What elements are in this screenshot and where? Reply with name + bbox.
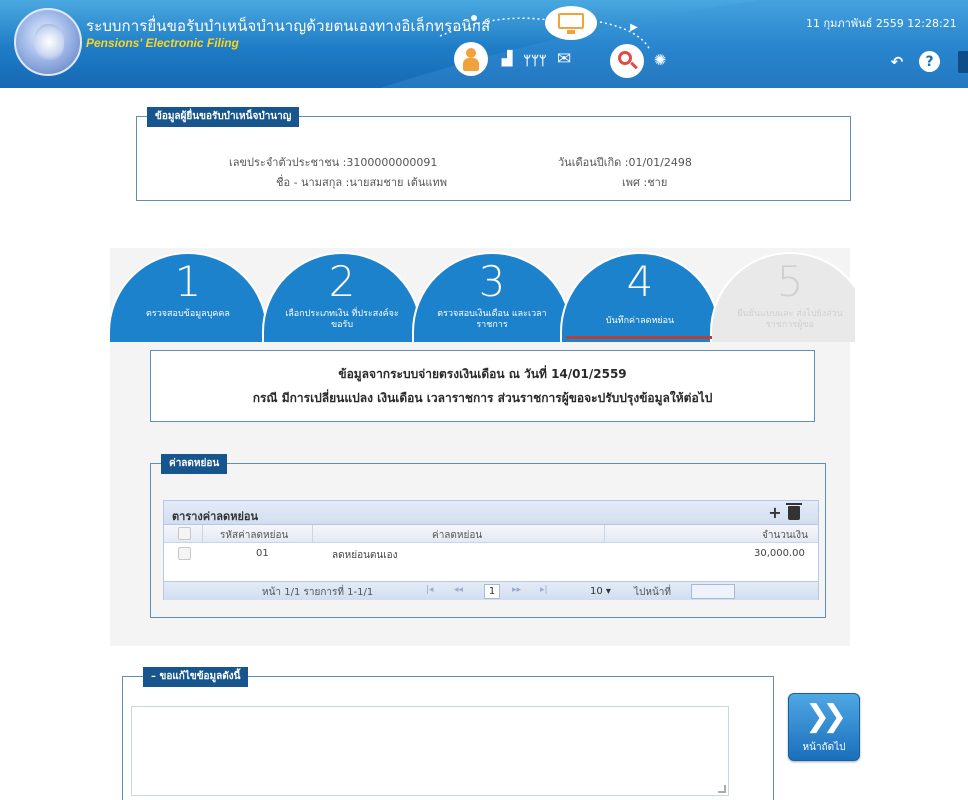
prev-page-icon[interactable]: ◂◂: [454, 585, 463, 595]
back-arrow-icon[interactable]: ↶: [886, 51, 908, 73]
row-code: 01: [256, 548, 269, 559]
wizard-steps: 1 ตรวจสอบข้อมูลบุคคล 2 เลือกประเภทเงิน ท…: [110, 252, 855, 342]
goto-page-label: ไปหน้าที่: [634, 587, 672, 598]
column-header-name[interactable]: ค่าลดหย่อน: [432, 528, 482, 543]
column-header-amount[interactable]: จำนวนเงิน: [762, 528, 808, 543]
next-page-icon[interactable]: ▸▸: [512, 585, 521, 595]
menu-edge-button[interactable]: [958, 51, 968, 73]
sex-label: เพศ :: [622, 176, 648, 189]
person-icon[interactable]: [454, 42, 488, 76]
column-divider: [312, 525, 313, 543]
sex-value: ชาย: [647, 176, 668, 189]
table-row[interactable]: 01 ลดหย่อนตนเอง 30,000.00: [164, 543, 818, 565]
row-name: ลดหย่อนตนเอง: [332, 550, 398, 561]
remarks-textarea[interactable]: [131, 706, 729, 796]
id-number-value: 3100000000091: [346, 156, 438, 169]
row-amount: 30,000.00: [754, 548, 805, 559]
step-label: ตรวจสอบข้อมูลบุคคล: [146, 309, 230, 319]
step-number: 1: [174, 257, 202, 306]
header-datetime: 11 กุมภาพันธ์ 2559 12:28:21: [806, 17, 957, 30]
search-icon[interactable]: [610, 44, 644, 78]
active-step-indicator: [566, 336, 712, 339]
column-header-code[interactable]: รหัสค่าลดหย่อน: [220, 528, 288, 543]
pointer-icon: ▶: [630, 21, 638, 33]
notice-line-2: กรณี มีการเปลี่ยนแปลง เงินเดือน เวลาราชก…: [252, 391, 713, 405]
step-label: บันทึกค่าลดหย่อน: [605, 316, 675, 326]
full-name-label: ชื่อ - นามสกุล :: [276, 176, 350, 189]
grid-title: ตารางค่าลดหย่อน: [172, 510, 259, 523]
add-icon[interactable]: +: [767, 505, 783, 521]
page-number-input[interactable]: 1: [484, 584, 500, 599]
mail-icon[interactable]: ✉: [553, 48, 575, 70]
pager-info: หน้า 1/1 รายการที่ 1-1/1: [262, 587, 374, 598]
dob-row: วันเดือนปีเกิด :01/01/2498: [558, 153, 692, 171]
step-label: ยืนยันแบบและ ส่งไปยังส่วนราชการผู้ขอ: [737, 309, 843, 330]
wizard-step-4-active[interactable]: 4 บันทึกค่าลดหย่อน: [560, 252, 720, 342]
bulb-icon[interactable]: ✺: [650, 50, 670, 70]
remarks-legend[interactable]: – ขอแก้ไขข้อมูลดังนี้: [143, 667, 249, 687]
step-label: เลือกประเภทเงิน ที่ประสงค์จะขอรับ: [285, 309, 399, 330]
grid-header-row: รหัสค่าลดหย่อน ค่าลดหย่อน จำนวนเงิน: [164, 525, 818, 543]
double-chevron-right-icon: ❯❯: [805, 699, 847, 734]
wizard-step-2[interactable]: 2 เลือกประเภทเงิน ที่ประสงค์จะขอรับ: [262, 252, 422, 342]
dob-label: วันเดือนปีเกิด :: [558, 156, 629, 169]
column-divider: [604, 525, 605, 543]
header-bar: ระบบการยื่นขอรับบำเหน็จบำนาญด้วยตนเองทาง…: [0, 0, 968, 88]
chart-icon[interactable]: ▟: [497, 50, 517, 68]
personal-info-fieldset: ข้อมูลผู้ยื่นขอรับบำเหน็จบำนาญ เลขประจำต…: [136, 107, 851, 201]
step-label: ตรวจสอบเงินเดือน และเวลาราชการ: [437, 309, 547, 330]
page-size-select[interactable]: 10 ▾: [590, 584, 620, 599]
personal-info-legend: ข้อมูลผู้ยื่นขอรับบำเหน็จบำนาญ: [147, 107, 300, 127]
goto-page-input[interactable]: [691, 584, 735, 599]
next-page-button[interactable]: ❯❯ หน้าถัดไป: [788, 693, 860, 761]
people-icon[interactable]: ᛘᛘᛘ: [523, 52, 546, 70]
full-name-value: นายสมชาย เต้นแทพ: [349, 176, 448, 189]
monitor-icon[interactable]: [545, 6, 597, 40]
trash-icon[interactable]: [786, 503, 802, 520]
sex-row: เพศ :ชาย: [622, 173, 667, 191]
full-name-row: ชื่อ - นามสกุล :นายสมชาย เต้นแทพ: [276, 173, 447, 191]
deductions-grid: ตารางค่าลดหย่อน + รหัสค่าลดหย่อน ค่าลดหย…: [163, 500, 819, 600]
app-title-thai: ระบบการยื่นขอรับบำเหน็จบำนาญด้วยตนเองทาง…: [86, 17, 491, 35]
step-number: 4: [626, 257, 654, 306]
id-number-row: เลขประจำตัวประชาชน :3100000000091: [229, 153, 437, 171]
salary-notice-box: ข้อมูลจากระบบจ่ายตรงเงินเดือน ณ วันที่ 1…: [150, 350, 815, 422]
select-all-checkbox[interactable]: [178, 527, 191, 540]
next-page-label: หน้าถัดไป: [802, 742, 846, 753]
wizard-step-1[interactable]: 1 ตรวจสอบข้อมูลบุคคล: [110, 252, 268, 342]
app-title-english: Pensions' Electronic Filing: [86, 36, 239, 50]
grid-pager: หน้า 1/1 รายการที่ 1-1/1 |◂ ◂◂ 1 ▸▸ ▸| 1…: [164, 581, 818, 600]
wizard-step-5: 5 ยืนยันแบบและ ส่งไปยังส่วนราชการผู้ขอ: [710, 252, 855, 342]
grid-title-bar: ตารางค่าลดหย่อน +: [164, 501, 818, 525]
notice-line-1: ข้อมูลจากระบบจ่ายตรงเงินเดือน ณ วันที่ 1…: [338, 367, 627, 381]
last-page-icon[interactable]: ▸|: [540, 585, 548, 595]
deductions-legend: ค่าลดหย่อน: [161, 454, 228, 474]
step-number: 3: [478, 257, 506, 306]
column-divider: [202, 525, 203, 543]
row-checkbox[interactable]: [178, 547, 191, 560]
first-page-icon[interactable]: |◂: [426, 585, 434, 595]
step-number: 5: [776, 257, 804, 306]
dob-value: 01/01/2498: [628, 156, 692, 169]
wizard-step-3[interactable]: 3 ตรวจสอบเงินเดือน และเวลาราชการ: [412, 252, 572, 342]
help-icon[interactable]: ?: [919, 51, 940, 72]
emblem-logo: [14, 8, 82, 76]
id-number-label: เลขประจำตัวประชาชน :: [229, 156, 347, 169]
resize-grip-icon[interactable]: [718, 785, 726, 793]
step-number: 2: [328, 257, 356, 306]
